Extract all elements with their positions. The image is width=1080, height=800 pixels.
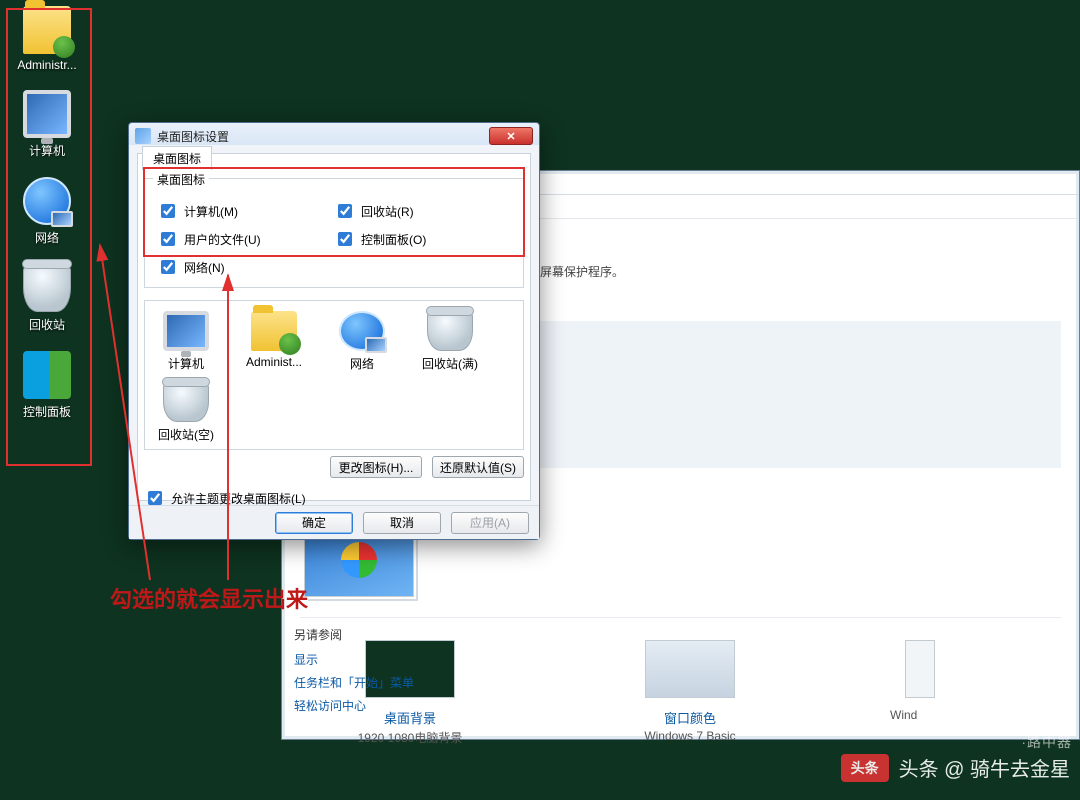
see-also-panel: 另请参阅 显示 任务栏和「开始」菜单 轻松访问中心 xyxy=(294,626,504,720)
checkbox-user-files[interactable]: 用户的文件(U) xyxy=(157,229,334,249)
watermark-small: ·路中器 xyxy=(1021,732,1072,752)
icon-preview-box: 计算机 Administ... 网络 回收站(满) 回收站(空) xyxy=(144,300,524,450)
preview-recycle-empty[interactable]: 回收站(空) xyxy=(151,382,221,443)
desktop-icon-computer[interactable]: 计算机 xyxy=(9,90,85,159)
preview-network[interactable]: 网络 xyxy=(327,311,397,372)
control-panel-icon xyxy=(23,351,71,399)
ok-button[interactable]: 确定 xyxy=(275,512,353,534)
computer-icon xyxy=(163,311,209,351)
checkbox-control-panel[interactable]: 控制面板(O) xyxy=(334,229,511,249)
restore-defaults-button[interactable]: 还原默认值(S) xyxy=(432,456,524,478)
preview-admin[interactable]: Administ... xyxy=(239,311,309,372)
globe-icon xyxy=(23,177,71,225)
recycle-bin-full-icon xyxy=(427,311,473,351)
link-ease-of-access[interactable]: 轻松访问中心 xyxy=(294,697,504,714)
globe-icon xyxy=(339,311,385,351)
cancel-button[interactable]: 取消 xyxy=(363,512,441,534)
checkbox-network[interactable]: 网络(N) xyxy=(157,257,334,277)
see-also-heading: 另请参阅 xyxy=(294,626,504,643)
close-button[interactable]: ✕ xyxy=(489,127,533,145)
desktop-icon-network[interactable]: 网络 xyxy=(9,177,85,246)
group-legend: 桌面图标 xyxy=(153,171,209,188)
dialog-title-icon xyxy=(135,128,151,144)
link-display[interactable]: 显示 xyxy=(294,651,504,668)
desktop-icon-recycle[interactable]: 回收站 xyxy=(9,264,85,333)
preview-recycle-full[interactable]: 回收站(满) xyxy=(415,311,485,372)
windows-orb-icon xyxy=(341,542,377,578)
desktop-icon-settings-dialog: 桌面图标设置 ✕ 桌面图标 桌面图标 计算机(M) 用户的文件(U) 网络(N)… xyxy=(128,122,540,540)
apply-button[interactable]: 应用(A) xyxy=(451,512,529,534)
desktop-icons: Administr... 计算机 网络 回收站 控制面板 xyxy=(6,6,88,420)
dialog-title-text: 桌面图标设置 xyxy=(157,128,229,145)
computer-icon xyxy=(23,90,71,138)
change-icon-button[interactable]: 更改图标(H)... xyxy=(330,456,422,478)
desktop-icon-control-panel[interactable]: 控制面板 xyxy=(9,351,85,420)
checkbox-computer[interactable]: 计算机(M) xyxy=(157,201,334,221)
desktop-icon-admin[interactable]: Administr... xyxy=(9,6,85,72)
checkbox-recycle-bin[interactable]: 回收站(R) xyxy=(334,201,511,221)
recycle-bin-empty-icon xyxy=(163,382,209,422)
annotation-text: 勾选的就会显示出来 xyxy=(110,582,308,614)
card-window-color[interactable]: 窗口颜色 Windows 7 Basic xyxy=(610,640,770,743)
user-icon xyxy=(53,36,75,58)
preview-computer[interactable]: 计算机 xyxy=(151,311,221,372)
group-desktop-icons: 桌面图标 计算机(M) 用户的文件(U) 网络(N) 回收站(R) 控制面板(O… xyxy=(144,178,524,288)
card-sound-clipped[interactable]: Wind xyxy=(890,640,950,722)
folder-icon xyxy=(251,311,297,351)
toutiao-logo-icon: 头条 xyxy=(841,754,889,782)
link-taskbar-start[interactable]: 任务栏和「开始」菜单 xyxy=(294,674,504,691)
recycle-bin-icon xyxy=(23,264,71,312)
tab-desktop-icons[interactable]: 桌面图标 xyxy=(142,146,212,170)
watermark-toutiao: 头条 头条 @ 骑牛去金星 xyxy=(841,753,1070,782)
